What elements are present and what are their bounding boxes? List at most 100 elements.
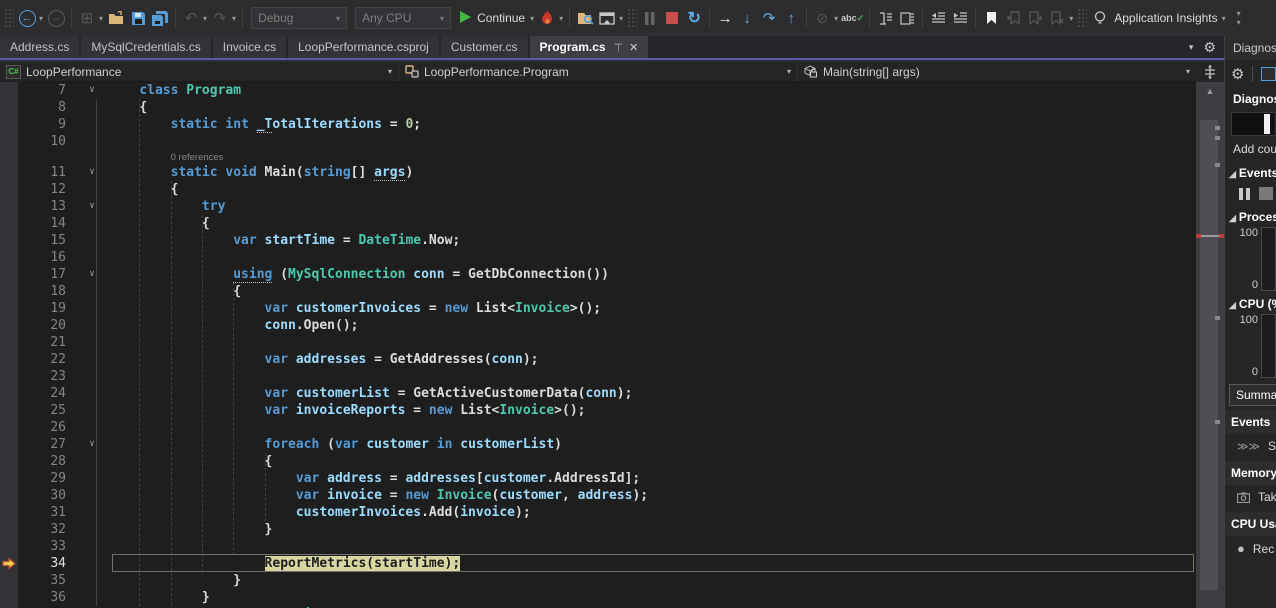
code-line-34[interactable]: 34 ReportMetrics(startTime); bbox=[0, 555, 1196, 572]
continue-button[interactable]: Continue bbox=[455, 10, 529, 27]
code-line-21[interactable]: 21 bbox=[0, 334, 1196, 351]
code-line-24[interactable]: 24 var customerList = GetActiveCustomerD… bbox=[0, 385, 1196, 402]
code-line-11[interactable]: 11∨ static void Main(string[] args) bbox=[0, 164, 1196, 181]
step-over-icon[interactable]: ↷ bbox=[758, 5, 780, 31]
open-file-icon[interactable] bbox=[105, 5, 127, 31]
tab-mysqlcredentials-cs[interactable]: MySqlCredentials.cs bbox=[81, 36, 210, 58]
save-icon[interactable] bbox=[127, 5, 149, 31]
code-line-17[interactable]: 17∨ using (MySqlConnection conn = GetDbC… bbox=[0, 266, 1196, 283]
summary-tab[interactable]: Summar bbox=[1229, 384, 1276, 406]
word-wrap-icon[interactable] bbox=[874, 5, 896, 31]
code-line-23[interactable]: 23 bbox=[0, 368, 1196, 385]
code-line-7[interactable]: 7∨ class Program bbox=[0, 82, 1196, 99]
code-line-33[interactable]: 33 bbox=[0, 538, 1196, 555]
code-line-13[interactable]: 13∨ try bbox=[0, 198, 1196, 215]
code-line-27[interactable]: 27∨ foreach (var customer in customerLis… bbox=[0, 436, 1196, 453]
chevron-down-icon[interactable]: ▾ bbox=[559, 14, 563, 23]
toggle-bookmark-icon[interactable] bbox=[980, 5, 1002, 31]
chevron-down-icon[interactable]: ▾ bbox=[530, 14, 534, 23]
performance-profiler-flame-icon[interactable] bbox=[536, 5, 558, 31]
break-all-icon[interactable] bbox=[639, 5, 661, 31]
code-line-25[interactable]: 25 var invoiceReports = new List<Invoice… bbox=[0, 402, 1196, 419]
pin-icon[interactable]: ⊢ bbox=[611, 42, 624, 52]
current-statement-arrow-icon[interactable] bbox=[2, 557, 16, 570]
code-line-28[interactable]: 28 { bbox=[0, 453, 1196, 470]
summary-group-action[interactable]: Tak bbox=[1225, 485, 1276, 508]
find-in-files-icon[interactable] bbox=[574, 5, 596, 31]
panel-settings-gear-icon[interactable]: ⚙ bbox=[1231, 65, 1244, 83]
code-line-16[interactable]: 16 bbox=[0, 249, 1196, 266]
browse-with-icon[interactable] bbox=[596, 5, 618, 31]
tab-options-gear-icon[interactable]: ⚙ bbox=[1203, 39, 1216, 56]
code-line-15[interactable]: 15 var startTime = DateTime.Now; bbox=[0, 232, 1196, 249]
fold-collapse-icon[interactable]: ∨ bbox=[76, 436, 108, 453]
code-line-12[interactable]: 12 { bbox=[0, 181, 1196, 198]
tab-customer-cs[interactable]: Customer.cs bbox=[441, 36, 528, 58]
toolbar-grip[interactable] bbox=[627, 8, 637, 28]
navigate-backward-icon[interactable]: ← bbox=[16, 5, 38, 31]
decrease-indent-icon[interactable] bbox=[927, 5, 949, 31]
chevron-down-icon[interactable]: ▾ bbox=[99, 14, 103, 23]
code-line-18[interactable]: 18 { bbox=[0, 283, 1196, 300]
chevron-down-icon[interactable]: ▾ bbox=[619, 14, 623, 23]
show-next-statement-icon[interactable]: → bbox=[714, 5, 736, 31]
code-line-8[interactable]: 8 { bbox=[0, 99, 1196, 116]
code-line-9[interactable]: 9 static int _TotalIterations = 0; bbox=[0, 116, 1196, 133]
code-line-29[interactable]: 29 var address = addresses[customer.Addr… bbox=[0, 470, 1196, 487]
tab-program-cs[interactable]: Program.cs⊢✕ bbox=[530, 36, 649, 58]
code-line-22[interactable]: 22 var addresses = GetAddresses(conn); bbox=[0, 351, 1196, 368]
toolbar-grip[interactable] bbox=[1077, 8, 1087, 28]
pause-events-icon[interactable] bbox=[1239, 188, 1250, 200]
close-icon[interactable]: ✕ bbox=[629, 41, 638, 54]
application-insights-dropdown[interactable]: Application Insights bbox=[1111, 11, 1220, 25]
project-dropdown[interactable]: C# LoopPerformance ▾ bbox=[0, 62, 399, 81]
chevron-down-icon[interactable]: ▾ bbox=[39, 14, 43, 23]
member-dropdown[interactable]: Main(string[] args) ▾ bbox=[798, 62, 1196, 81]
increase-indent-icon[interactable] bbox=[949, 5, 971, 31]
fold-collapse-icon[interactable]: ∨ bbox=[76, 266, 108, 283]
code-line-14[interactable]: 14 { bbox=[0, 215, 1196, 232]
save-all-icon[interactable] bbox=[149, 5, 171, 31]
process-memory-section-header[interactable]: ◢Proces bbox=[1225, 204, 1276, 227]
code-line-31[interactable]: 31 customerInvoices.Add(invoice); bbox=[0, 504, 1196, 521]
chevron-down-icon[interactable]: ▾ bbox=[232, 14, 236, 23]
solution-configurations-select[interactable]: Debug▾ bbox=[251, 7, 347, 29]
fold-collapse-icon[interactable]: ∨ bbox=[76, 164, 108, 181]
fold-collapse-icon[interactable]: ∨ bbox=[76, 198, 108, 215]
redo-icon[interactable]: ↷ bbox=[209, 5, 231, 31]
code-editor[interactable]: 7∨ class Program8 {9 static int _TotalIt… bbox=[0, 82, 1196, 608]
toolbar-grip[interactable] bbox=[4, 8, 14, 28]
step-out-icon[interactable]: ↑ bbox=[780, 5, 802, 31]
code-line-30[interactable]: 30 var invoice = new Invoice(customer, a… bbox=[0, 487, 1196, 504]
block-structure-icon[interactable] bbox=[896, 5, 918, 31]
code-line-35[interactable]: 35 } bbox=[0, 572, 1196, 589]
scrollbar-thumb[interactable] bbox=[1200, 120, 1218, 590]
new-project-icon[interactable]: ⊞ bbox=[76, 5, 98, 31]
undo-icon[interactable]: ↶ bbox=[180, 5, 202, 31]
split-window-handle[interactable] bbox=[1196, 62, 1224, 82]
application-insights-bulb-icon[interactable] bbox=[1089, 5, 1111, 31]
diagnostics-session-tab[interactable]: Diagnos bbox=[1225, 88, 1276, 110]
fold-collapse-icon[interactable]: ∨ bbox=[76, 82, 108, 99]
clear-bookmarks-icon[interactable] bbox=[1046, 5, 1068, 31]
stop-debugging-icon[interactable] bbox=[661, 5, 683, 31]
restart-icon[interactable]: ↻ bbox=[683, 5, 705, 31]
tab-invoice-cs[interactable]: Invoice.cs bbox=[213, 36, 286, 58]
summary-group-action[interactable]: ●Rec bbox=[1225, 536, 1276, 560]
add-counter-link[interactable]: Add cou bbox=[1225, 138, 1276, 160]
tab-list-dropdown-icon[interactable]: ▾ bbox=[1189, 42, 1194, 53]
editor-scrollbar[interactable]: ▲ bbox=[1196, 82, 1224, 608]
toolbar-overflow-icon[interactable]: ▾▾ bbox=[1228, 5, 1250, 31]
next-bookmark-icon[interactable] bbox=[1024, 5, 1046, 31]
events-section-header[interactable]: ◢Events bbox=[1225, 160, 1276, 183]
events-filter-icon[interactable] bbox=[1259, 187, 1273, 200]
spell-checker-icon[interactable]: abc✓ bbox=[840, 5, 865, 31]
cpu-section-header[interactable]: ◢CPU (% bbox=[1225, 291, 1276, 314]
code-line-10[interactable]: 10 bbox=[0, 133, 1196, 150]
scroll-up-icon[interactable]: ▲ bbox=[1196, 86, 1224, 96]
codelens-references[interactable]: 0 references bbox=[108, 152, 223, 163]
type-dropdown[interactable]: LoopPerformance.Program ▾ bbox=[399, 62, 798, 81]
code-line-20[interactable]: 20 conn.Open(); bbox=[0, 317, 1196, 334]
chevron-down-icon[interactable]: ▾ bbox=[1069, 14, 1073, 23]
navigate-forward-icon[interactable]: → bbox=[45, 5, 67, 31]
